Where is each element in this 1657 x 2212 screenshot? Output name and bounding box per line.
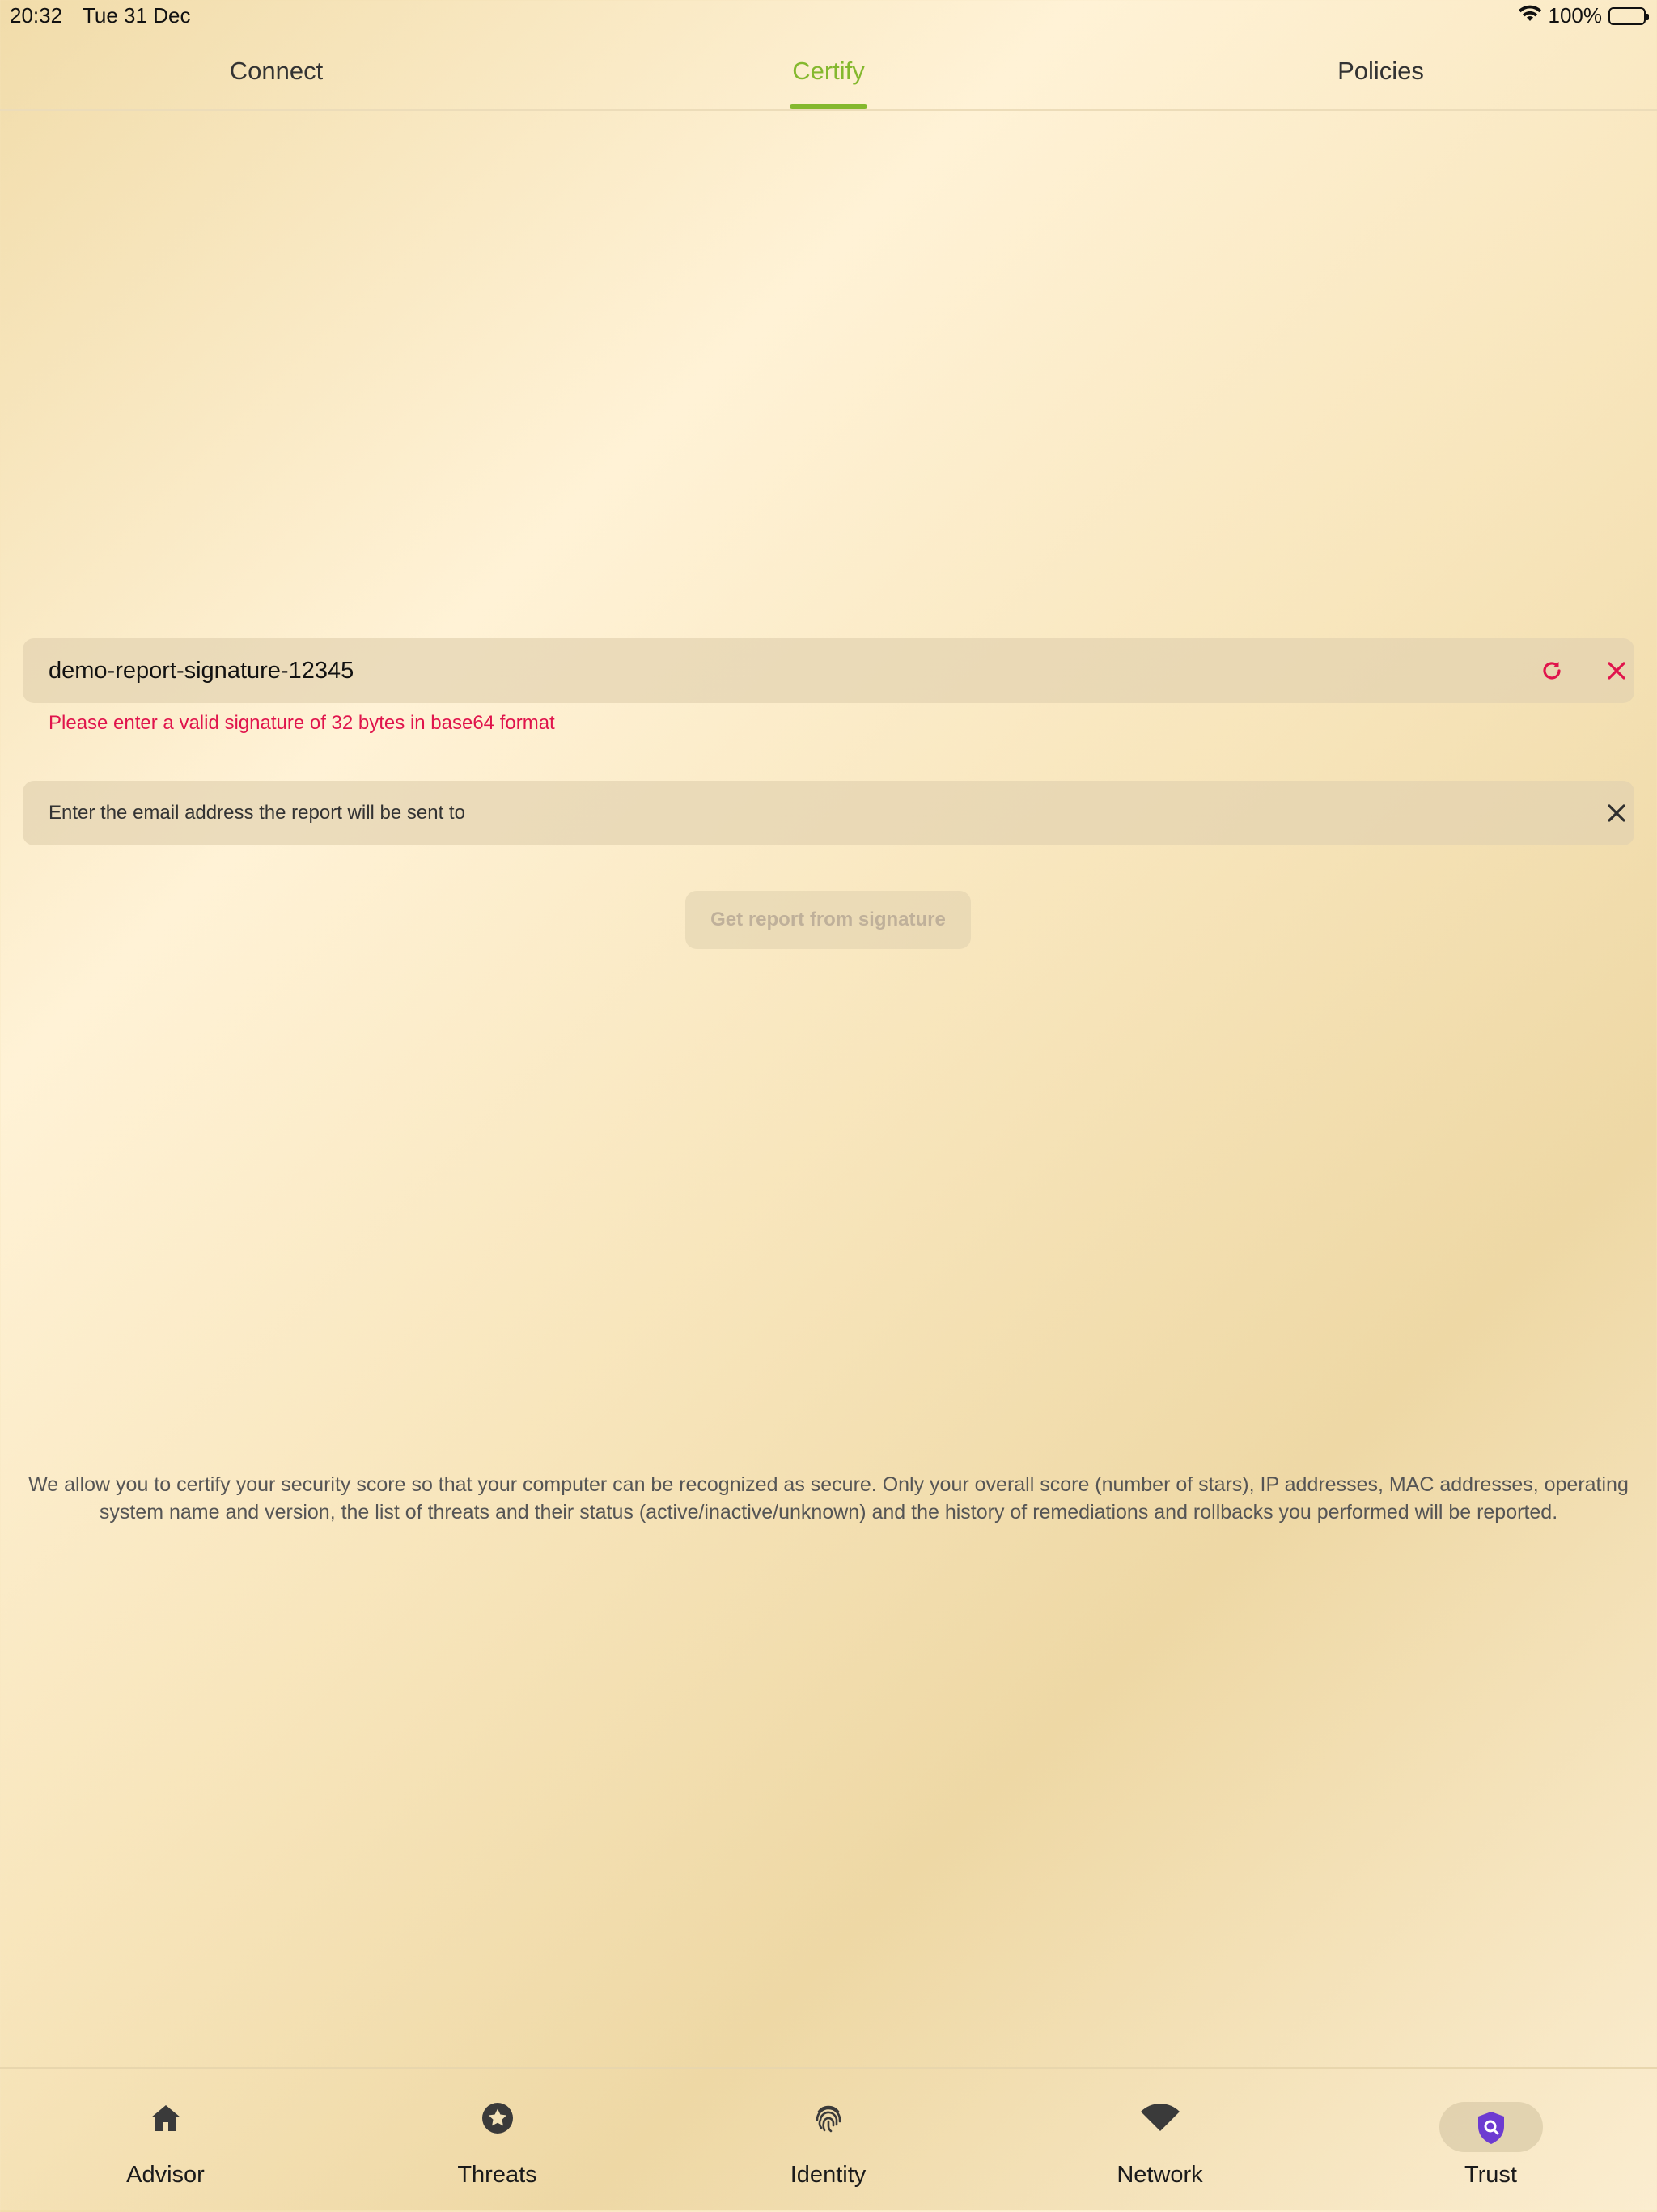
home-icon bbox=[142, 2104, 190, 2133]
clear-email-icon[interactable] bbox=[1600, 797, 1633, 829]
battery-icon bbox=[1608, 6, 1649, 25]
nav-advisor[interactable]: Advisor bbox=[0, 2069, 331, 2212]
status-time: 20:32 bbox=[10, 3, 63, 28]
email-field[interactable]: Enter the email address the report will … bbox=[23, 781, 1634, 845]
bottom-nav: Advisor Threats Identity Network Trust bbox=[0, 2067, 1657, 2212]
signature-error: Please enter a valid signature of 32 byt… bbox=[49, 712, 555, 734]
refresh-icon[interactable] bbox=[1536, 655, 1568, 687]
fingerprint-icon bbox=[804, 2104, 853, 2133]
top-tabs: Connect Certify Policies bbox=[0, 32, 1657, 111]
star-badge-icon bbox=[473, 2103, 522, 2134]
clear-signature-icon[interactable] bbox=[1600, 655, 1633, 687]
nav-threats-label: Threats bbox=[457, 2162, 537, 2188]
signature-input[interactable]: demo-report-signature-12345 bbox=[23, 638, 1634, 703]
active-tab-indicator bbox=[790, 104, 867, 109]
tab-connect[interactable]: Connect bbox=[0, 32, 553, 109]
tab-policies[interactable]: Policies bbox=[1104, 32, 1657, 109]
wifi-status-icon bbox=[1518, 3, 1542, 28]
nav-advisor-label: Advisor bbox=[126, 2162, 205, 2188]
wifi-icon bbox=[1136, 2104, 1184, 2133]
tab-certify[interactable]: Certify bbox=[553, 32, 1104, 109]
nav-network-label: Network bbox=[1117, 2162, 1203, 2188]
certify-description: We allow you to certify your security sc… bbox=[28, 1473, 1629, 1523]
nav-identity[interactable]: Identity bbox=[663, 2069, 994, 2212]
shield-search-icon bbox=[1467, 2104, 1515, 2152]
nav-threats[interactable]: Threats bbox=[332, 2069, 663, 2212]
nav-trust[interactable]: Trust bbox=[1325, 2069, 1656, 2212]
signature-value: demo-report-signature-12345 bbox=[49, 658, 354, 684]
status-right: 100% bbox=[1518, 3, 1649, 28]
get-report-button[interactable]: Get report from signature bbox=[685, 891, 971, 949]
nav-trust-label: Trust bbox=[1464, 2162, 1517, 2188]
battery-percent: 100% bbox=[1548, 3, 1603, 28]
status-bar: 20:32 Tue 31 Dec 100% bbox=[0, 0, 1657, 32]
nav-network[interactable]: Network bbox=[994, 2069, 1325, 2212]
email-placeholder: Enter the email address the report will … bbox=[49, 802, 465, 824]
nav-identity-label: Identity bbox=[790, 2162, 867, 2188]
status-date: Tue 31 Dec bbox=[83, 3, 191, 28]
